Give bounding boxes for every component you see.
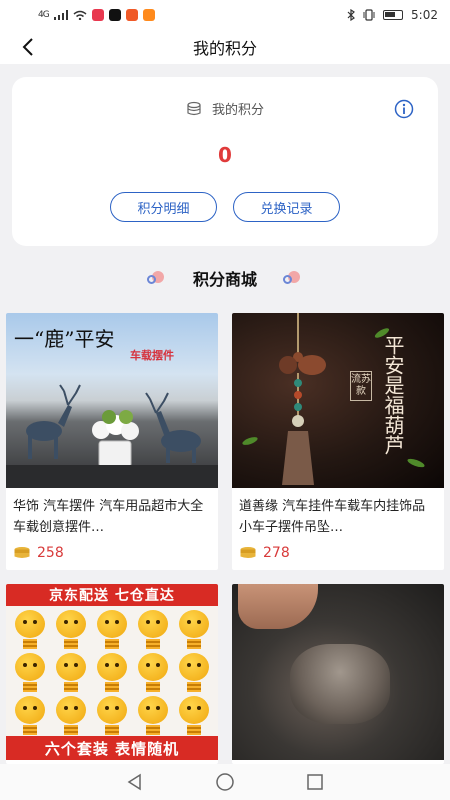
product-title: 道善缘 汽车挂件车载车内挂饰品小车子摆件吊坠… [239,499,426,535]
triangle-back-icon [127,773,141,791]
product-image [232,584,444,760]
points-card: 我的积分 0 积分明细 兑换记录 [12,77,438,246]
emoji-figure-grid [10,610,214,735]
product-price: 278 [263,545,290,561]
status-bar: 4G 5:02 [0,0,450,30]
nav-recents-button[interactable] [303,770,327,794]
wifi-icon [73,10,87,20]
product-card[interactable] [232,584,444,764]
back-button[interactable] [16,35,40,59]
app-notification-icon [125,9,138,21]
vibrate-icon [363,9,375,21]
product-title: 华饰 汽车摆件 汽车用品超市大全车载创意摆件… [13,499,204,535]
points-label: 我的积分 [211,103,264,118]
page-title: 我的积分 [192,39,257,58]
exchange-record-button[interactable]: 兑换记录 [233,192,340,222]
points-detail-button[interactable]: 积分明细 [110,192,217,222]
product-card[interactable]: 京东配送 七仓直达 六个套装 表情随机 [6,584,218,764]
decorative-circles-icon [146,271,167,285]
product-image-banner: 六个套装 表情随机 [6,736,218,760]
mall-title: 积分商城 [192,270,257,289]
mall-section-header: 积分商城 [0,264,450,292]
nav-back-button[interactable] [123,770,147,794]
signal-bars-icon [53,10,68,20]
nav-home-button[interactable] [213,770,237,794]
tiktok-icon [108,9,121,21]
top-app-bar: 我的积分 [0,30,450,64]
cellular-signal-icon: 4G [38,10,50,20]
gourd-pendant-illustration [242,313,425,485]
info-icon[interactable] [394,99,414,119]
coin-icon [240,547,256,558]
chevron-left-icon [22,38,33,56]
product-image-tag: 流苏款 [350,371,372,401]
coins-stack-icon [187,101,201,115]
bluetooth-icon [347,9,355,21]
circle-home-icon [216,773,234,791]
product-image: 一“鹿”平安 车载摆件 [6,313,218,488]
app-notification-icon [142,9,155,21]
decorative-circles-icon [283,271,303,285]
points-value: 0 [218,143,232,167]
product-image: 京东配送 七仓直达 六个套装 表情随机 [6,584,218,760]
deer-ornament-illustration [6,384,218,488]
product-price: 258 [37,545,64,561]
product-image-headline: 平安是福葫芦 [381,335,405,455]
product-image-banner: 京东配送 七仓直达 [6,584,218,606]
points-label-row: 我的积分 [12,99,438,118]
clock-time: 5:02 [411,8,438,22]
product-card[interactable]: 平安是福葫芦 流苏款 道善缘 汽车挂件车载车内挂饰品小车子摆件吊坠… 278 [232,313,444,570]
product-image: 平安是福葫芦 流苏款 [232,313,444,488]
battery-icon [383,10,404,20]
app-notification-icon [91,9,104,21]
system-navigation-bar [0,764,450,800]
square-recents-icon [307,774,323,790]
product-card[interactable]: 一“鹿”平安 车载摆件 华饰 汽车摆件 汽车用品超市大全车载创意摆件… 258 [6,313,218,570]
coin-icon [14,547,30,558]
